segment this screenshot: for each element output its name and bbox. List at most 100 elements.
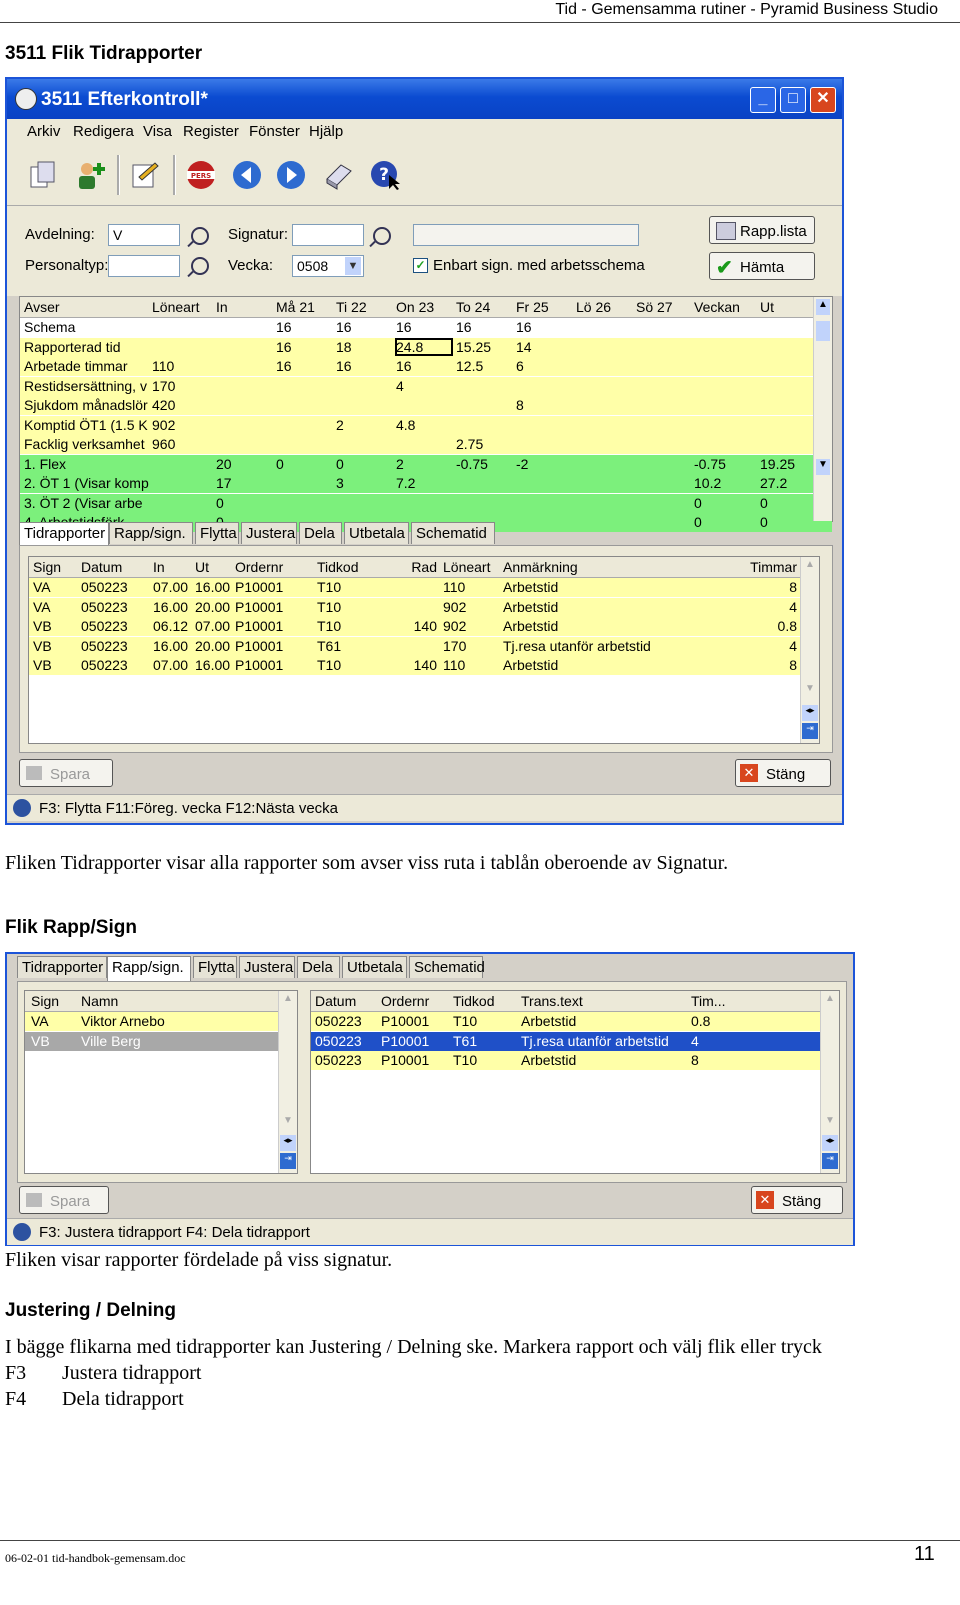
table-row[interactable]: Schema 16 16 16 16 16 bbox=[20, 318, 832, 337]
stang-button[interactable]: ✕ Stäng bbox=[735, 759, 831, 787]
tab-dela[interactable]: Dela bbox=[299, 522, 342, 544]
table-row[interactable]: Restidsersättning, v 170 4 bbox=[20, 376, 832, 396]
table-row[interactable]: VA 050223 07.00 16.00 P10001 T10 110 Arbetstid 8 bbox=[29, 578, 819, 597]
column-header[interactable]: Veckan bbox=[694, 299, 758, 315]
table-row[interactable]: Arbetade timmar 110 16 16 16 12.5 6 bbox=[20, 357, 832, 376]
column-header[interactable]: Trans.text bbox=[521, 993, 689, 1009]
tab-tidrapporter[interactable]: Tidrapporter bbox=[19, 522, 109, 547]
scroll-thumb[interactable] bbox=[816, 321, 830, 341]
scroll-down-icon[interactable]: ▼ bbox=[281, 1115, 295, 1131]
table-row[interactable]: VB 050223 16.00 20.00 P10001 T61 170 Tj.resa ut… bbox=[29, 636, 819, 656]
column-header[interactable]: Ti 22 bbox=[336, 299, 394, 315]
menu-register[interactable]: Register bbox=[183, 123, 239, 140]
signature-list-scrollbar[interactable]: ▲ ▼ ◂▸ ⇥ bbox=[278, 991, 297, 1173]
column-header[interactable]: Timmar bbox=[745, 559, 797, 575]
expand-icon[interactable]: ◂▸ bbox=[822, 1135, 838, 1151]
column-header[interactable]: Ut bbox=[195, 559, 233, 575]
column-header[interactable]: To 24 bbox=[456, 299, 514, 315]
minimize-button[interactable]: _ bbox=[750, 87, 776, 113]
scroll-down-icon[interactable]: ▼ bbox=[816, 459, 830, 475]
expand-icon[interactable]: ◂▸ bbox=[802, 705, 818, 721]
personaltyp-input[interactable] bbox=[108, 255, 180, 277]
window-titlebar[interactable]: 3511 Efterkontroll* _ □ ✕ bbox=[7, 79, 842, 119]
table-row[interactable]: Rapporterad tid 16 18 24.8 15.25 14 bbox=[20, 337, 832, 357]
table-row[interactable]: VA 050223 16.00 20.00 P10001 T10 902 Arbetstid 4 bbox=[29, 597, 819, 617]
column-header[interactable]: Ordernr bbox=[381, 993, 451, 1009]
menu-fonster[interactable]: Fönster bbox=[249, 123, 300, 140]
help-icon[interactable]: ? bbox=[369, 159, 401, 191]
avdelning-input[interactable]: V bbox=[108, 224, 180, 246]
tab-flytta[interactable]: Flytta bbox=[195, 522, 239, 544]
chevron-down-icon[interactable]: ▼ bbox=[345, 257, 361, 275]
table-row[interactable]: 1. Flex 20 0 0 2 -0.75 -2 -0.75 19.25 bbox=[20, 454, 832, 474]
table-row[interactable]: VB Ville Berg bbox=[25, 1031, 297, 1051]
tab-schematid[interactable]: Schematid bbox=[411, 522, 495, 544]
goto-icon[interactable]: ⇥ bbox=[280, 1153, 296, 1169]
expand-icon[interactable]: ◂▸ bbox=[280, 1135, 296, 1151]
tab-utbetala[interactable]: Utbetala bbox=[342, 956, 407, 978]
schedule-grid-scrollbar[interactable]: ▲ ▼ bbox=[813, 297, 832, 521]
column-header[interactable]: Datum bbox=[315, 993, 379, 1009]
scroll-down-icon[interactable]: ▼ bbox=[803, 683, 817, 699]
tab-schematid[interactable]: Schematid bbox=[409, 956, 485, 978]
tab-flytta[interactable]: Flytta bbox=[193, 956, 237, 978]
column-header[interactable]: In bbox=[153, 559, 193, 575]
table-row[interactable]: Sjukdom månadslör 420 8 bbox=[20, 396, 832, 415]
column-header[interactable]: Ordernr bbox=[235, 559, 313, 575]
table-row[interactable]: VB 050223 06.12 07.00 P10001 T10 140 902 Arbetst… bbox=[29, 617, 819, 636]
column-header[interactable]: Namn bbox=[81, 993, 261, 1009]
menu-hjalp[interactable]: Hjälp bbox=[309, 123, 343, 140]
tab-tidrapporter[interactable]: Tidrapporter bbox=[17, 956, 107, 978]
signatur-search-icon[interactable] bbox=[373, 227, 391, 245]
table-row[interactable]: 050223 P10001 T10 Arbetstid 8 bbox=[311, 1051, 839, 1070]
column-header[interactable]: Tidkod bbox=[317, 559, 375, 575]
menu-arkiv[interactable]: Arkiv bbox=[27, 123, 60, 140]
column-header[interactable]: Ut bbox=[760, 299, 810, 315]
column-header[interactable]: Datum bbox=[81, 559, 149, 575]
table-row[interactable]: 2. ÖT 1 (Visar komp 17 3 7.2 10.2 27.2 bbox=[20, 474, 832, 493]
tab-justera[interactable]: Justera bbox=[241, 522, 297, 544]
column-header[interactable]: Löneart bbox=[443, 559, 499, 575]
goto-icon[interactable]: ⇥ bbox=[802, 723, 818, 739]
table-row[interactable]: 050223 P10001 T61 Tj.resa utanför arbetstid… bbox=[311, 1031, 839, 1051]
column-header[interactable]: Avser bbox=[24, 299, 150, 315]
rapplista-button[interactable]: Rapp.lista bbox=[709, 216, 815, 244]
vecka-select[interactable]: 0508 ▼ bbox=[292, 255, 364, 277]
table-row[interactable]: 3. ÖT 2 (Visar arbe 0 0 0 bbox=[20, 493, 832, 513]
table-row[interactable]: VB 050223 07.00 16.00 P10001 T10 140 110 Arbetst… bbox=[29, 656, 819, 675]
tab-rapp-sign[interactable]: Rapp/sign. bbox=[107, 956, 191, 981]
table-row[interactable]: Komptid ÖT1 (1.5 K 902 2 4.8 bbox=[20, 415, 832, 435]
tab-dela[interactable]: Dela bbox=[297, 956, 340, 978]
column-header[interactable]: In bbox=[216, 299, 274, 315]
column-header[interactable]: On 23 bbox=[396, 299, 454, 315]
column-header[interactable]: Tidkod bbox=[453, 993, 519, 1009]
back-arrow-icon[interactable] bbox=[231, 159, 263, 191]
column-header[interactable]: Anmärkning bbox=[503, 559, 739, 575]
add-user-icon[interactable] bbox=[75, 159, 107, 191]
tab-rapp-sign[interactable]: Rapp/sign. bbox=[109, 522, 193, 544]
column-header[interactable]: Tim... bbox=[691, 993, 751, 1009]
column-header[interactable]: Sign bbox=[33, 559, 77, 575]
enbart-sign-checkbox[interactable]: ✓ bbox=[413, 258, 428, 273]
column-header[interactable]: Lö 26 bbox=[576, 299, 634, 315]
spara-button[interactable]: Spara bbox=[19, 759, 113, 787]
table-row[interactable]: Facklig verksamhet 960 2.75 bbox=[20, 435, 832, 454]
forward-arrow-icon[interactable] bbox=[275, 159, 307, 191]
menu-visa[interactable]: Visa bbox=[143, 123, 172, 140]
column-header[interactable]: Sö 27 bbox=[636, 299, 692, 315]
edit-icon[interactable] bbox=[129, 159, 161, 191]
personaltyp-search-icon[interactable] bbox=[191, 257, 209, 275]
goto-icon[interactable]: ⇥ bbox=[822, 1153, 838, 1169]
column-header[interactable]: Fr 25 bbox=[516, 299, 574, 315]
scroll-up-icon[interactable]: ▲ bbox=[803, 559, 817, 575]
tab-utbetala[interactable]: Utbetala bbox=[344, 522, 409, 544]
table-row[interactable]: VA Viktor Arnebo bbox=[25, 1012, 297, 1031]
scroll-up-icon[interactable]: ▲ bbox=[281, 993, 295, 1009]
signatur-input[interactable] bbox=[292, 224, 364, 246]
pers-icon[interactable]: PERS bbox=[185, 159, 217, 191]
column-header[interactable]: Sign bbox=[31, 993, 77, 1009]
maximize-button[interactable]: □ bbox=[780, 87, 806, 113]
close-button[interactable]: ✕ bbox=[810, 87, 836, 113]
scroll-down-icon[interactable]: ▼ bbox=[823, 1115, 837, 1131]
scroll-up-icon[interactable]: ▲ bbox=[816, 299, 830, 315]
